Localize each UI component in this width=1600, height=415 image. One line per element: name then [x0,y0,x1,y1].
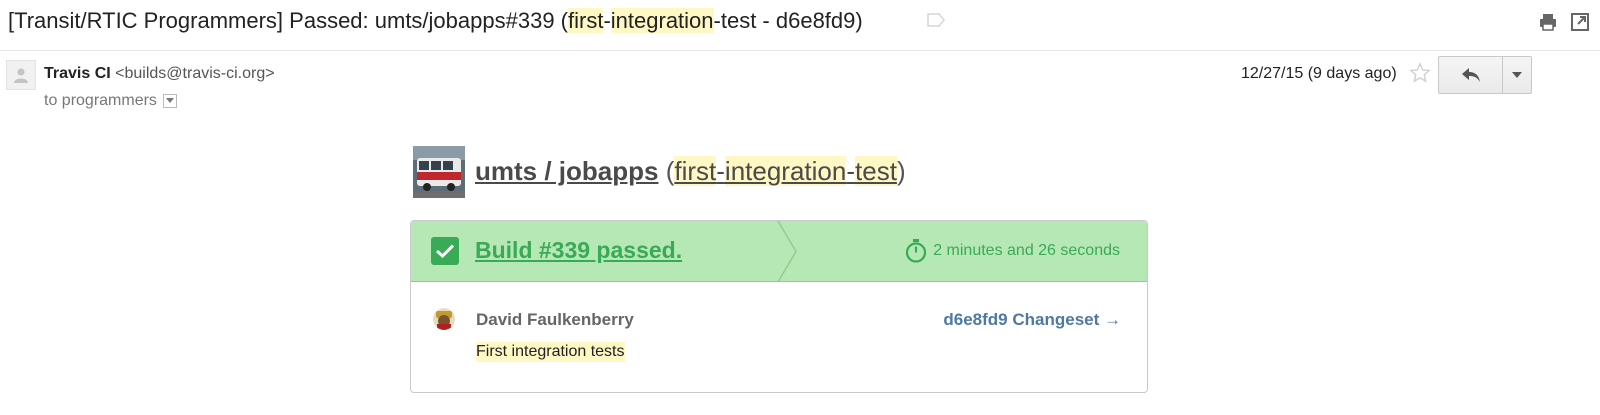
star-outline-icon[interactable] [1409,62,1431,84]
sender-line: Travis CI <builds@travis-ci.org> [44,64,275,84]
email-subject: [Transit/RTIC Programmers] Passed: umts/… [8,6,863,36]
text-segment: - [716,156,725,186]
paren-close: ) [896,156,906,186]
text-segment: first [568,8,604,33]
printer-icon[interactable] [1538,12,1558,32]
label-outline-icon[interactable] [926,12,946,28]
header-separator-chevron [777,221,797,282]
text-segment: - [846,156,856,186]
email-date: 12/27/15 (9 days ago) [1241,65,1397,82]
recipient-details-toggle[interactable] [162,94,177,108]
text-segment: -test - d6e8fd9) [713,8,863,33]
reply-button[interactable] [1439,57,1503,93]
sender-email: <builds@travis-ci.org> [115,65,275,82]
person-icon [14,68,28,83]
text-segment: [Transit/RTIC Programmers] Passed: umts/… [8,8,568,33]
checkmark-icon [431,237,459,265]
commit-author: David Faulkenberry [476,310,634,329]
repo-title: umts / jobapps (first-integration-test) [475,154,906,188]
author-avatar [433,308,455,330]
paren-open: ( [658,156,675,186]
sender-avatar[interactable] [6,60,36,90]
duration-text: 2 minutes and 26 seconds [933,242,1120,259]
more-actions-button[interactable] [1503,57,1531,93]
repo-link[interactable]: umts / jobapps [475,156,658,186]
text-segment: test [855,156,897,186]
text-segment: first [674,156,717,186]
repo-image [413,146,465,198]
recipient-text: to programmers [44,92,157,109]
text-segment: - [603,8,611,33]
caret-down-icon [1512,72,1522,78]
text-segment: integration [724,156,847,186]
build-duration: 2 minutes and 26 seconds [905,239,1120,263]
commit-message: First integration tests [476,342,625,362]
build-status-header: Build #339 passed. 2 minutes and 26 seco… [411,221,1147,282]
build-link[interactable]: Build #339 passed. [475,235,682,265]
branch-link[interactable]: first-integration-test [674,156,897,186]
sender-name[interactable]: Travis CI [44,65,111,82]
text-segment: integration [610,8,714,33]
changeset-link[interactable]: d6e8fd9 Changeset → [943,310,1121,330]
reply-arrow-icon [1461,68,1480,82]
reply-button-group [1438,56,1532,94]
build-card: Build #339 passed. 2 minutes and 26 seco… [410,220,1148,393]
recipient-line: to programmers [44,91,177,111]
stopwatch-icon [906,239,927,263]
header-divider [0,50,1600,51]
new-window-icon[interactable] [1570,12,1590,32]
caret-down-icon [165,98,174,103]
